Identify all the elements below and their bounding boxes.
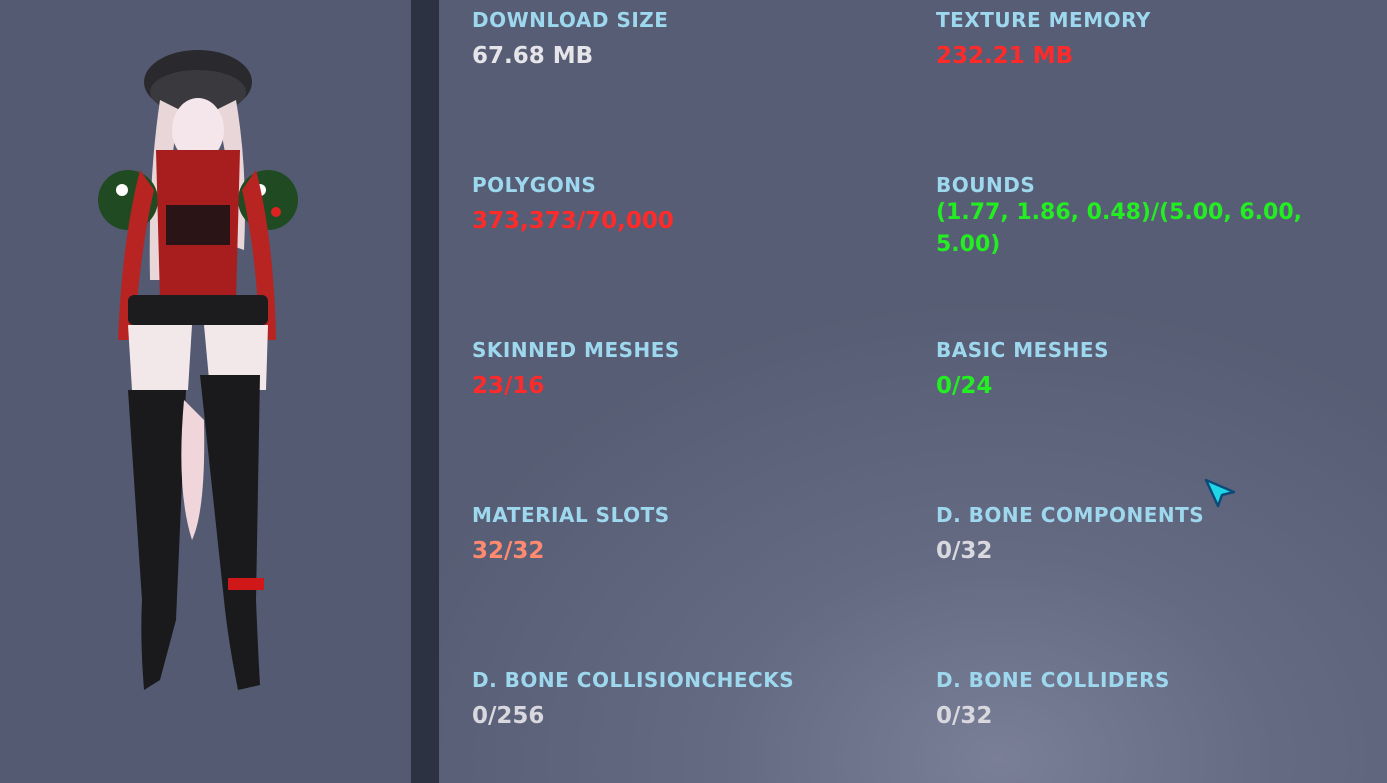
stat-value: 0/32 xyxy=(936,703,993,729)
stat-bounds: BOUNDS (1.77, 1.86, 0.48)/(5.00, 6.00, 5… xyxy=(936,173,1336,261)
stat-value: 232.21 MB xyxy=(936,43,1074,69)
stat-label: DOWNLOAD SIZE xyxy=(472,8,669,32)
stat-label: BOUNDS xyxy=(936,173,1036,197)
stat-label: POLYGONS xyxy=(472,173,597,197)
stat-label: D. BONE COLLIDERS xyxy=(936,668,1170,692)
avatar-preview-panel xyxy=(0,0,411,783)
avatar-preview xyxy=(98,50,298,690)
stat-value: 32/32 xyxy=(472,538,545,564)
stat-value: 0/32 xyxy=(936,538,993,564)
panel-divider xyxy=(411,0,439,783)
stat-label: TEXTURE MEMORY xyxy=(936,8,1151,32)
stat-value: 67.68 MB xyxy=(472,43,594,69)
pointer-cursor-icon xyxy=(1204,478,1236,508)
stat-skinned-meshes: SKINNED MESHES 23/16 xyxy=(472,338,892,402)
stat-material-slots: MATERIAL SLOTS 32/32 xyxy=(472,503,892,567)
stat-value: (1.77, 1.86, 0.48)/(5.00, 6.00, 5.00) xyxy=(936,200,1303,257)
stat-download-size: DOWNLOAD SIZE 67.68 MB xyxy=(472,8,892,72)
stat-value: 373,373/70,000 xyxy=(472,208,674,234)
stat-value: 0/256 xyxy=(472,703,545,729)
stat-d-bone-collisionchecks: D. BONE COLLISIONCHECKS 0/256 xyxy=(472,668,892,732)
stat-polygons: POLYGONS 373,373/70,000 xyxy=(472,173,892,237)
stat-label: SKINNED MESHES xyxy=(472,338,680,362)
stat-label: MATERIAL SLOTS xyxy=(472,503,670,527)
stat-label: D. BONE COLLISIONCHECKS xyxy=(472,668,795,692)
stat-d-bone-components: D. BONE COMPONENTS 0/32 xyxy=(936,503,1356,567)
stat-texture-memory: TEXTURE MEMORY 232.21 MB xyxy=(936,8,1356,72)
stat-basic-meshes: BASIC MESHES 0/24 xyxy=(936,338,1356,402)
stat-label: BASIC MESHES xyxy=(936,338,1109,362)
stat-value: 23/16 xyxy=(472,373,545,399)
stat-value: 0/24 xyxy=(936,373,993,399)
stat-label: D. BONE COMPONENTS xyxy=(936,503,1205,527)
stat-d-bone-colliders: D. BONE COLLIDERS 0/32 xyxy=(936,668,1356,732)
